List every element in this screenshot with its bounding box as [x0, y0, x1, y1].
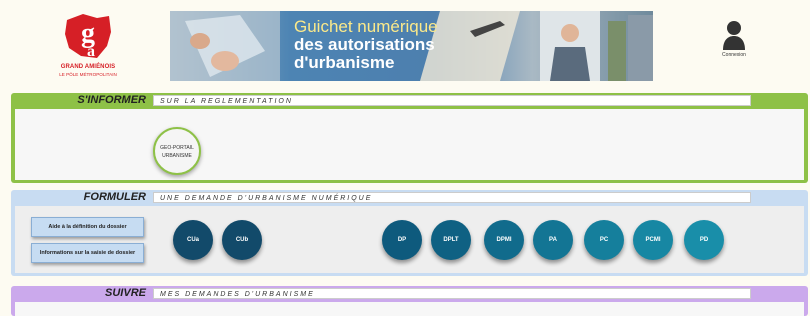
info-saisie-button[interactable]: Informations sur la saisie de dossier	[31, 243, 144, 263]
hero-banner: Guichet numérique des autorisations d'ur…	[170, 11, 653, 81]
section-informer: S'INFORMER SUR LA REGLEMENTATION GEO-POR…	[11, 93, 808, 183]
section-title: SUIVRE	[105, 287, 146, 299]
login-label: Connexion	[722, 52, 746, 58]
section-suivre-body	[15, 302, 804, 316]
section-subtitle: MES DEMANDES D'URBANISME	[153, 288, 751, 299]
page-header: g a GRAND AMIÉNOIS LE PÔLE MÉTROPOLITAIN	[0, 0, 810, 86]
banner-line-2: des autorisations	[294, 35, 435, 54]
form-type-button-pc[interactable]: PC	[584, 220, 624, 260]
form-type-button-dplt[interactable]: DPLT	[431, 220, 471, 260]
banner-line-3: d'urbanisme	[294, 53, 395, 72]
logo-subtitle: LE PÔLE MÉTROPOLITAIN	[59, 72, 117, 77]
section-title: FORMULER	[83, 191, 146, 203]
geoportail-button[interactable]: GEO-PORTAIL URBANISME	[153, 127, 201, 175]
section-suivre-header: SUIVRE MES DEMANDES D'URBANISME	[11, 286, 808, 300]
form-type-button-cub[interactable]: CUb	[222, 220, 262, 260]
form-type-button-pa[interactable]: PA	[533, 220, 573, 260]
aide-definition-button[interactable]: Aide à la définition du dossier	[31, 217, 144, 237]
form-type-button-pcmi[interactable]: PCMI	[633, 220, 673, 260]
section-formuler-body: Aide à la définition du dossier Informat…	[15, 206, 804, 273]
form-type-button-dpmi[interactable]: DPMI	[484, 220, 524, 260]
user-icon	[723, 21, 745, 50]
form-type-button-cua[interactable]: CUa	[173, 220, 213, 260]
svg-text:a: a	[87, 43, 95, 60]
section-subtitle: SUR LA REGLEMENTATION	[153, 95, 751, 106]
form-type-button-dp[interactable]: DP	[382, 220, 422, 260]
logo-title: GRAND AMIÉNOIS	[60, 64, 116, 70]
section-informer-body: GEO-PORTAIL URBANISME	[15, 109, 804, 180]
grand-amienois-logo[interactable]: g a GRAND AMIÉNOIS LE PÔLE MÉTROPOLITAIN	[57, 12, 119, 80]
section-subtitle: UNE DEMANDE D'URBANISME NUMÉRIQUE	[153, 192, 751, 203]
section-formuler: FORMULER UNE DEMANDE D'URBANISME NUMÉRIQ…	[11, 190, 808, 276]
form-type-button-pd[interactable]: PD	[684, 220, 724, 260]
section-informer-header: S'INFORMER SUR LA REGLEMENTATION	[11, 93, 808, 107]
section-suivre: SUIVRE MES DEMANDES D'URBANISME	[11, 286, 808, 316]
login-button[interactable]: Connexion	[712, 20, 756, 60]
section-formuler-header: FORMULER UNE DEMANDE D'URBANISME NUMÉRIQ…	[11, 190, 808, 204]
geoportail-label-1: GEO-PORTAIL	[160, 145, 194, 151]
banner-line-1: Guichet numérique	[294, 17, 438, 36]
geoportail-label-2: URBANISME	[162, 153, 192, 159]
logo-mark-icon: g a	[65, 14, 111, 60]
section-title: S'INFORMER	[77, 94, 146, 106]
